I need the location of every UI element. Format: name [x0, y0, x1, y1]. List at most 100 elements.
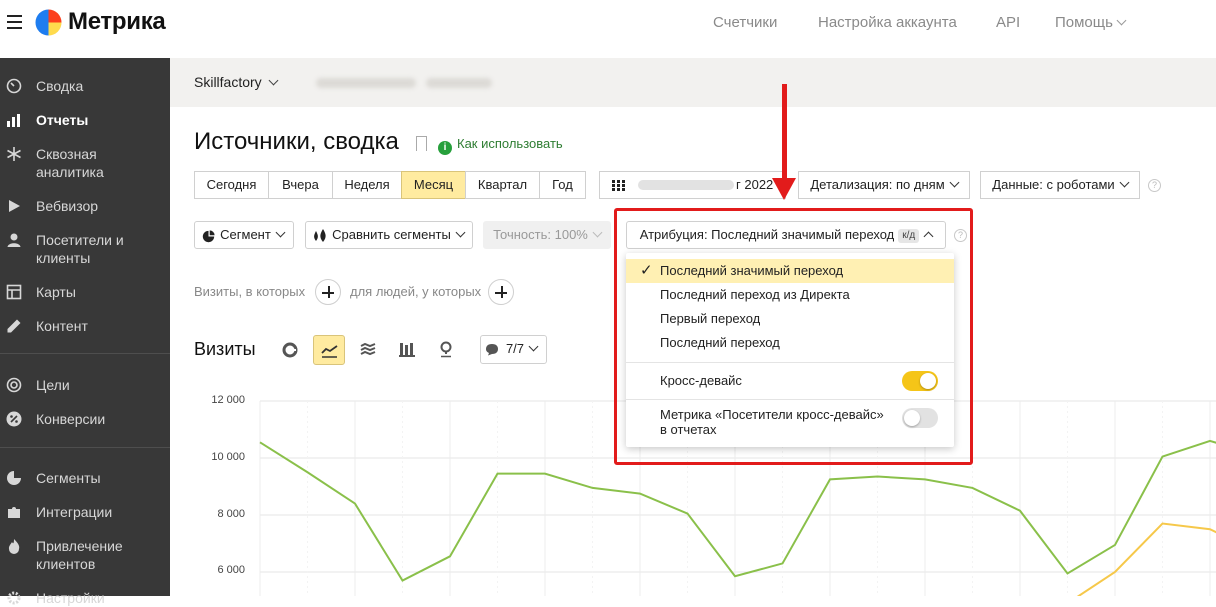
- info-icon: i: [438, 141, 452, 155]
- chevron-down-icon: [949, 178, 959, 188]
- attribution-option-last[interactable]: Последний переход: [626, 331, 954, 355]
- pie-chart-view-button[interactable]: [274, 335, 306, 365]
- period-month-button[interactable]: Месяц: [401, 171, 466, 199]
- counter-name-label: Skillfactory: [194, 74, 262, 90]
- flame-icon: [6, 538, 22, 554]
- menu-divider: [626, 399, 954, 400]
- cross-device-label: Кросс-девайс: [660, 373, 742, 388]
- blurred-date-range: [638, 180, 734, 190]
- sidebar-item-label: Сводка: [36, 77, 166, 95]
- robots-data-label: Данные: с роботами: [992, 177, 1114, 192]
- red-arrow-head-icon: [772, 178, 796, 200]
- check-icon: ✓: [640, 259, 653, 283]
- attribution-option-last-significant[interactable]: ✓ Последний значимый переход: [626, 259, 954, 283]
- how-to-use-link[interactable]: i Как использовать: [438, 136, 563, 155]
- detail-dropdown[interactable]: Детализация: по дням: [798, 171, 970, 199]
- chevron-down-icon: [268, 76, 278, 86]
- date-year-label: 2022: [744, 177, 773, 192]
- robots-data-dropdown[interactable]: Данные: с роботами: [980, 171, 1140, 199]
- red-arrow-shaft: [782, 84, 787, 184]
- puzzle-icon: [6, 504, 22, 520]
- counter-selector[interactable]: Skillfactory: [194, 74, 277, 90]
- compare-segments-label: Сравнить сегменты: [314, 227, 451, 242]
- map-icon: [6, 284, 22, 300]
- period-today-button[interactable]: Сегодня: [194, 171, 269, 199]
- period-quarter-button[interactable]: Квартал: [465, 171, 540, 199]
- metrika-logo-icon: [35, 9, 62, 36]
- sidebar-item-label: Сквозная аналитика: [36, 145, 166, 181]
- date-range-year: г 2022: [736, 172, 773, 198]
- compare-segments-button[interactable]: Сравнить сегменты: [305, 221, 473, 249]
- map-view-button[interactable]: [430, 335, 462, 365]
- blurred-counter-id: [426, 78, 492, 88]
- nav-api[interactable]: API: [996, 14, 1020, 31]
- how-to-use-label: Как использовать: [457, 136, 563, 151]
- chevron-down-icon: [455, 228, 465, 238]
- visits-filter-label: Визиты, в которых: [194, 284, 305, 299]
- line-chart-icon: [321, 344, 338, 358]
- nav-account-settings[interactable]: Настройка аккаунта: [818, 14, 957, 31]
- attribution-menu: ✓ Последний значимый переход Последний п…: [626, 253, 954, 447]
- period-yesterday-button[interactable]: Вчера: [268, 171, 333, 199]
- nav-counters[interactable]: Счетчики: [713, 14, 777, 31]
- segment-button[interactable]: Сегмент: [194, 221, 294, 249]
- brand-title[interactable]: Метрика: [68, 8, 165, 36]
- add-visit-filter-button[interactable]: [315, 279, 341, 305]
- pie-icon: [202, 230, 215, 243]
- menu-icon[interactable]: [7, 15, 22, 29]
- toggle-knob: [904, 410, 920, 426]
- people-filter-label: для людей, у которых: [350, 284, 481, 299]
- attribution-option-first[interactable]: Первый переход: [626, 307, 954, 331]
- bar-chart-icon: [6, 112, 22, 128]
- menu-divider: [626, 362, 954, 363]
- series-selector[interactable]: 7/7: [480, 335, 547, 364]
- sidebar: Сводка Отчеты Сквозная аналитика Вебвизо…: [0, 58, 170, 596]
- snowflake-icon: [6, 146, 22, 162]
- area-chart-view-button[interactable]: [352, 335, 384, 365]
- page-title: Источники, сводка: [194, 128, 399, 156]
- attribution-option-last-direct[interactable]: Последний переход из Директа: [626, 283, 954, 307]
- accuracy-label: Точность: 100%: [493, 227, 588, 242]
- chevron-down-icon: [1116, 16, 1126, 26]
- drops-icon: [312, 229, 328, 243]
- sidebar-item-label: Настройки: [36, 589, 166, 607]
- date-range-picker[interactable]: г 2022: [599, 171, 786, 199]
- sidebar-item-label: Отчеты: [36, 111, 166, 129]
- top-header: Метрика Счетчики Настройка аккаунта API …: [0, 0, 1216, 58]
- metrika-cross-device-label: Метрика «Посетители кросс-девайс»: [660, 407, 884, 422]
- target-icon: [6, 377, 22, 393]
- gauge-icon: [6, 78, 22, 94]
- map-pin-icon: [439, 341, 453, 358]
- period-week-button[interactable]: Неделя: [332, 171, 402, 199]
- sidebar-item-label: Карты: [36, 283, 166, 301]
- area-chart-icon: [360, 343, 376, 357]
- visits-title: Визиты: [194, 339, 256, 360]
- bar-chart-view-button[interactable]: [391, 335, 423, 365]
- cross-device-toggle[interactable]: [902, 371, 938, 391]
- percent-icon: [6, 411, 22, 427]
- sidebar-item-label: Привлечение клиентов: [36, 537, 166, 573]
- gear-icon: [6, 590, 22, 606]
- detail-label: Детализация: по дням: [810, 177, 944, 192]
- sidebar-item-label: Вебвизор: [36, 197, 166, 215]
- pencil-icon: [6, 318, 22, 334]
- period-year-button[interactable]: Год: [539, 171, 586, 199]
- sidebar-item-label: Контент: [36, 317, 166, 335]
- bookmark-icon[interactable]: [416, 136, 427, 151]
- metrika-cross-device-toggle[interactable]: [902, 408, 938, 428]
- sidebar-item-label: Цели: [36, 376, 166, 394]
- line-chart-view-button[interactable]: [313, 335, 345, 365]
- add-people-filter-button[interactable]: [488, 279, 514, 305]
- calendar-icon: [612, 180, 626, 191]
- nav-help-label: Помощь: [1055, 14, 1113, 31]
- sidebar-item-label: Сегменты: [36, 469, 166, 487]
- help-icon[interactable]: ?: [1148, 179, 1161, 192]
- chevron-down-icon: [592, 228, 602, 238]
- nav-help[interactable]: Помощь: [1055, 14, 1125, 31]
- counter-bar: Skillfactory: [170, 58, 1216, 107]
- pie-chart-icon: [282, 342, 298, 358]
- pie-icon: [6, 470, 22, 486]
- metrika-cross-device-label-2: в отчетах: [660, 422, 717, 437]
- chevron-down-icon: [275, 228, 285, 238]
- blurred-counter-url: [316, 78, 416, 88]
